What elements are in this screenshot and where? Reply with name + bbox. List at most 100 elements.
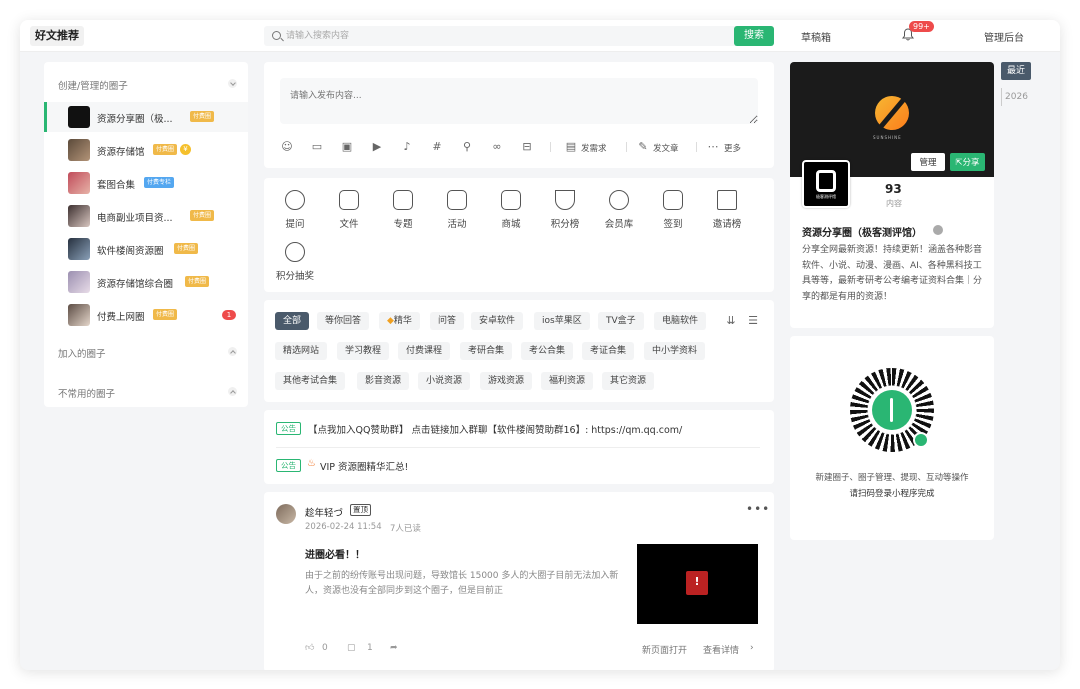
- circle-item[interactable]: 付费上网圈 付费圈 1: [44, 300, 248, 330]
- tag-item[interactable]: ios苹果区: [534, 312, 590, 330]
- chevron-down-icon[interactable]: [228, 79, 237, 88]
- tag-item[interactable]: 问答: [430, 312, 465, 330]
- search-input[interactable]: [286, 26, 726, 46]
- unread-count: 1: [222, 310, 236, 320]
- post-thumbnail[interactable]: [637, 544, 758, 624]
- circle-item[interactable]: 资源存储馆 付费圈 ¥: [44, 135, 248, 165]
- category-lottery[interactable]: 积分抽奖: [268, 242, 322, 282]
- tag-item[interactable]: 中小学资料: [644, 342, 706, 360]
- notice-link[interactable]: VIP 资源圈精华汇总!: [320, 459, 408, 473]
- unused-circles-title[interactable]: 不常用的圈子: [58, 386, 115, 400]
- search-button[interactable]: 搜索: [734, 26, 774, 46]
- comment-icon[interactable]: ▢: [347, 643, 356, 653]
- circle-item[interactable]: 软件楼阁资源圈 付费圈: [44, 234, 248, 264]
- category-topics[interactable]: 专题: [376, 190, 430, 230]
- avatar[interactable]: [276, 504, 296, 524]
- tag-item[interactable]: 其他考试合集: [275, 372, 346, 390]
- post-input[interactable]: [280, 78, 758, 124]
- drafts-link[interactable]: 草稿箱: [801, 29, 831, 44]
- category-shop[interactable]: 商城: [484, 190, 538, 230]
- paid-column-badge: 付费专栏: [144, 177, 175, 188]
- search-box[interactable]: [264, 26, 774, 46]
- tag-item[interactable]: 考公合集: [521, 342, 574, 360]
- tag-item[interactable]: 电脑软件: [654, 312, 707, 330]
- post-body[interactable]: 由于之前的纷传账号出现问题，导致馆长 15000 多人的大圈子目前无法加入新人，…: [305, 569, 623, 599]
- more-dots-icon[interactable]: ⋯: [706, 140, 720, 154]
- category-events[interactable]: 活动: [430, 190, 484, 230]
- tag-all[interactable]: 全部: [275, 312, 310, 330]
- emoji-icon[interactable]: ☺: [280, 140, 294, 154]
- created-circles-title[interactable]: 创建/管理的圈子: [58, 78, 128, 92]
- menu-icon[interactable]: ☰: [746, 314, 760, 328]
- key-icon[interactable]: ⚲: [460, 140, 474, 154]
- post-title[interactable]: 进圈必看！！: [305, 546, 365, 561]
- tag-item[interactable]: 影音资源: [357, 372, 410, 390]
- category-checkin[interactable]: 签到: [646, 190, 700, 230]
- circle-item[interactable]: 资源存储馆综合圈 付费圈: [44, 267, 248, 297]
- share-icon[interactable]: ➦: [390, 643, 398, 653]
- category-invite-rank[interactable]: 邀请榜: [700, 190, 754, 230]
- tag-item[interactable]: 付费课程: [398, 342, 451, 360]
- demand-icon[interactable]: ▤: [564, 140, 578, 154]
- like-icon[interactable]: 👍︎: [305, 643, 314, 653]
- banner-text: SUNSHINE: [873, 135, 902, 140]
- circle-item[interactable]: 资源分享圈（极... 付费圈: [44, 102, 248, 132]
- chevron-up-icon[interactable]: [228, 387, 237, 396]
- folder-icon[interactable]: ▭: [310, 140, 324, 154]
- more-button[interactable]: 更多: [724, 142, 741, 154]
- category-files[interactable]: 文件: [322, 190, 376, 230]
- circle-name: 付费上网圈: [97, 312, 145, 323]
- circle-sidebar: 创建/管理的圈子 资源分享圈（极... 付费圈 资源存储馆 付费圈 ¥ 套图合集…: [44, 62, 248, 407]
- tag-item[interactable]: 精选网站: [275, 342, 328, 360]
- post-author[interactable]: 趁年轻づ: [305, 505, 343, 519]
- video-icon[interactable]: ▶: [370, 140, 384, 154]
- circle-item[interactable]: 套图合集 付费专栏: [44, 168, 248, 198]
- joined-circles-title[interactable]: 加入的圈子: [58, 346, 106, 360]
- tag-item[interactable]: 安卓软件: [471, 312, 524, 330]
- timeline-year[interactable]: 2026: [1001, 88, 1031, 106]
- circle-name: 套图合集: [97, 180, 136, 191]
- category-ask[interactable]: 提问: [268, 190, 322, 230]
- circle-avatar: [68, 139, 90, 161]
- hashtag-icon[interactable]: #: [430, 140, 444, 154]
- more-options-icon[interactable]: •••: [746, 502, 770, 516]
- view-detail-link[interactable]: 查看详情: [703, 643, 739, 656]
- open-new-page-link[interactable]: 新页面打开: [642, 643, 687, 656]
- admin-link[interactable]: 管理后台: [984, 29, 1024, 44]
- share-button[interactable]: ⇱分享: [950, 153, 985, 171]
- tag-item[interactable]: 小说资源: [418, 372, 471, 390]
- tag-item[interactable]: 考证合集: [582, 342, 635, 360]
- notice-link[interactable]: 【点我加入QQ赞助群】 点击链接加入群聊【软件楼阁赞助群16】: https:/…: [308, 422, 682, 436]
- link-icon[interactable]: ∞: [490, 140, 504, 154]
- tag-item[interactable]: 福利资源: [541, 372, 594, 390]
- post-article-button[interactable]: 发文章: [653, 142, 679, 154]
- category-points-rank[interactable]: 积分榜: [538, 190, 592, 230]
- tag-item[interactable]: 其它资源: [602, 372, 655, 390]
- music-icon[interactable]: ♪: [400, 140, 414, 154]
- circle-avatar: [68, 271, 90, 293]
- tag-item[interactable]: 游戏资源: [480, 372, 533, 390]
- post-views: 7人已读: [390, 524, 421, 534]
- tag-item[interactable]: 考研合集: [460, 342, 513, 360]
- post-demand-button[interactable]: 发需求: [581, 142, 607, 154]
- sort-icon[interactable]: ⇊: [724, 314, 738, 328]
- inbox-icon[interactable]: ⊟: [520, 140, 534, 154]
- tag-featured[interactable]: ◆精华: [379, 312, 420, 330]
- circle-name: 电商副业项目资...: [97, 213, 173, 224]
- image-icon[interactable]: ▣: [340, 140, 354, 154]
- site-logo[interactable]: 好文推荐: [30, 26, 84, 46]
- tag-item[interactable]: TV盒子: [598, 312, 644, 330]
- category-members[interactable]: 会员库: [592, 190, 646, 230]
- warning-icon: [686, 571, 708, 595]
- tag-item[interactable]: 学习教程: [337, 342, 390, 360]
- chevron-right-icon[interactable]: ›: [750, 643, 754, 653]
- notification-badge: 99+: [909, 21, 934, 32]
- timeline-recent[interactable]: 最近: [1001, 62, 1031, 80]
- manage-button[interactable]: 管理: [911, 153, 945, 171]
- paid-badge: 付费圈: [185, 276, 210, 287]
- tag-item[interactable]: 等你回答: [317, 312, 370, 330]
- pinned-badge: 置顶: [350, 504, 371, 516]
- pen-icon[interactable]: ✎: [636, 140, 650, 154]
- circle-item[interactable]: 电商副业项目资... 付费圈: [44, 201, 248, 231]
- chevron-up-icon[interactable]: [228, 347, 237, 356]
